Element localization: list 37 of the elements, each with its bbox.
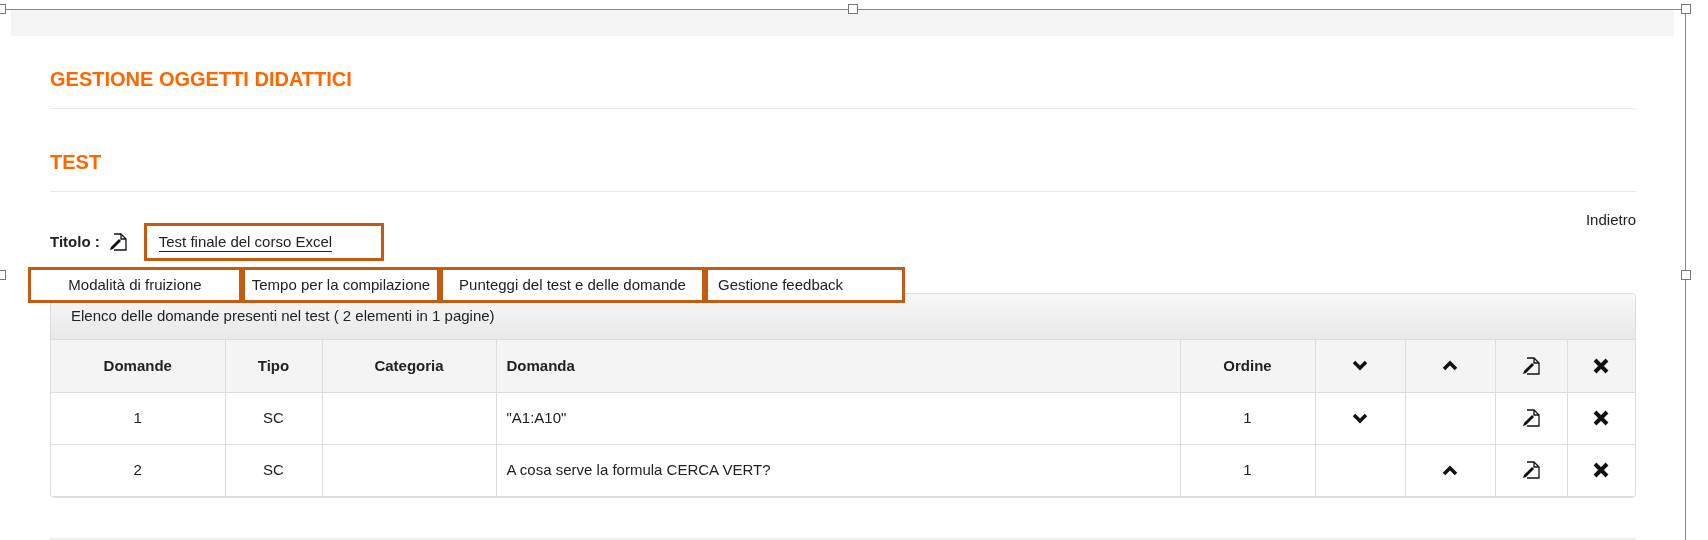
back-link[interactable]: Indietro [1585,209,1636,227]
tab[interactable]: Tempo per la compilazione [242,267,440,303]
edit-document-icon[interactable] [107,232,128,252]
delete-icon[interactable] [1592,409,1611,427]
section-title: TEST [50,150,103,175]
edit-document-icon[interactable] [1521,460,1541,480]
chevron-down-icon[interactable] [1352,412,1368,424]
column-header: Ordine [1223,356,1272,374]
table-cell: 1 [1243,408,1252,426]
title-field[interactable]: Test finale del corso Excel [143,223,384,261]
chevron-up-icon[interactable] [1442,360,1458,372]
column-header: Domande [103,356,172,374]
chevron-down-icon[interactable] [1352,360,1368,372]
title-label: Titolo : [50,231,100,252]
resize-handle[interactable] [1681,4,1691,14]
table-caption: Elenco delle domande presenti nel test ( 2 elementi in 1 pagine) [71,306,495,327]
delete-icon[interactable] [1592,356,1611,375]
edit-document-icon[interactable] [1521,355,1541,376]
column-header: Categoria [374,356,444,374]
tab[interactable]: Punteggi del test e delle domande [440,267,705,303]
resize-handle[interactable] [848,4,858,14]
column-header: Domanda [506,356,575,374]
delete-icon[interactable] [1592,461,1611,479]
table-cell: SC [263,460,284,478]
edit-document-icon[interactable] [1521,408,1541,428]
table-cell: A cosa serve la formula CERCA VERT? [506,460,771,478]
table-cell: 1 [1243,460,1252,478]
page-title: GESTIONE OGGETTI DIDATTICI [50,67,353,92]
resize-handle[interactable] [1681,270,1691,280]
table-cell: 1 [133,408,142,426]
column-header: Tipo [257,356,290,374]
table-cell: 2 [133,460,142,478]
tab[interactable]: Modalità di fruizione [28,267,242,303]
chevron-up-icon[interactable] [1442,464,1458,476]
table-cell: "A1:A10" [506,408,567,426]
table-cell: SC [263,408,284,426]
tab[interactable]: Gestione feedback [705,267,905,303]
